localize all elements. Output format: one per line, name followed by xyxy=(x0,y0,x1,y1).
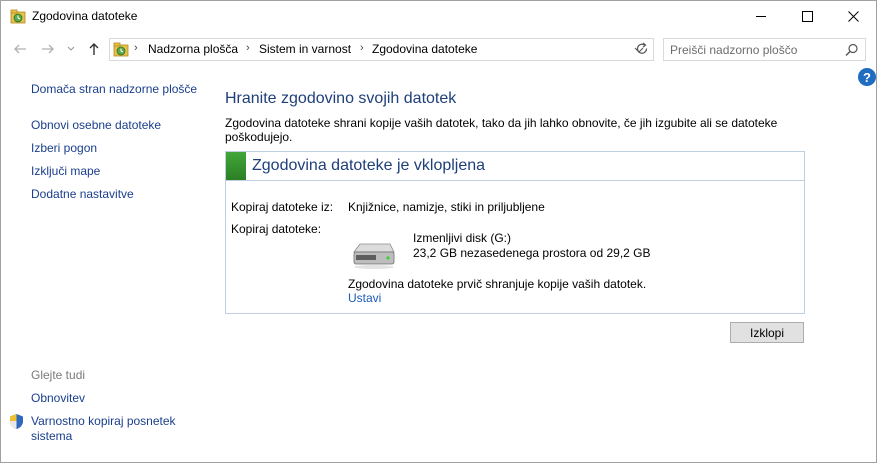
page-description: Zgodovina datoteke shrani kopije vaših d… xyxy=(225,116,778,144)
removable-drive-icon xyxy=(353,243,395,269)
up-arrow-icon[interactable] xyxy=(85,40,103,58)
file-history-app-icon xyxy=(10,9,26,24)
minimize-icon xyxy=(755,16,766,17)
title-bar: Zgodovina datoteke xyxy=(1,1,876,32)
see-also-system-image-backup[interactable]: Varnostno kopiraj posnetek sistema xyxy=(31,414,191,444)
breadcrumb-separator: › xyxy=(360,42,364,54)
drive-name: Izmenljivi disk (G:) xyxy=(413,231,512,245)
status-indicator xyxy=(226,152,246,180)
sidebar-item-exclude-folders[interactable]: Izključi mape xyxy=(31,164,100,178)
copy-from-label: Kopiraj datoteke iz: xyxy=(231,200,334,214)
sidebar-item-restore-files[interactable]: Obnovi osebne datoteke xyxy=(31,118,161,132)
turn-off-button[interactable]: Izklopi xyxy=(730,322,804,343)
breadcrumb-system-security[interactable]: Sistem in varnost xyxy=(259,42,351,56)
breadcrumb-separator: › xyxy=(246,42,250,54)
breadcrumb-file-history[interactable]: Zgodovina datoteke xyxy=(372,42,477,56)
recent-locations-chevron-icon[interactable] xyxy=(65,42,77,56)
address-bar[interactable]: › Nadzorna plošča › Sistem in varnost › … xyxy=(109,38,654,61)
file-history-window: Zgodovina datoteke › Nadzorna plošča › S… xyxy=(0,0,877,463)
page-title: Hranite zgodovino svojih datotek xyxy=(225,90,457,107)
breadcrumb-separator: › xyxy=(134,42,138,54)
minimize-button[interactable] xyxy=(738,1,784,32)
back-arrow-icon[interactable] xyxy=(11,40,29,58)
stop-link[interactable]: Ustavi xyxy=(348,291,381,305)
control-panel-icon xyxy=(113,42,129,57)
search-input[interactable]: Preišči nadzorno ploščo xyxy=(670,43,797,57)
drive-space: 23,2 GB nezasedenega prostora od 29,2 GB xyxy=(413,246,651,260)
copy-from-value: Knjižnice, namizje, stiki in priljubljen… xyxy=(348,200,545,214)
window-title: Zgodovina datoteke xyxy=(32,9,138,23)
forward-arrow-icon[interactable] xyxy=(39,40,57,58)
status-header: Zgodovina datoteke je vklopljena xyxy=(226,152,804,181)
search-icon[interactable] xyxy=(845,43,859,57)
sidebar-item-control-panel-home[interactable]: Domača stran nadzorne plošče xyxy=(31,82,197,96)
see-also-heading: Glejte tudi xyxy=(31,368,86,382)
maximize-button[interactable] xyxy=(784,1,830,32)
maximize-icon xyxy=(801,11,813,22)
breadcrumb-control-panel[interactable]: Nadzorna plošča xyxy=(148,42,238,56)
navigation-bar: › Nadzorna plošča › Sistem in varnost › … xyxy=(1,32,876,65)
uac-shield-icon xyxy=(10,414,23,429)
search-box[interactable]: Preišči nadzorno ploščo xyxy=(663,38,866,61)
close-icon xyxy=(847,11,859,22)
help-button[interactable]: ? xyxy=(858,68,876,86)
sidebar-item-select-drive[interactable]: Izberi pogon xyxy=(31,141,97,155)
refresh-icon[interactable] xyxy=(633,40,651,58)
copy-to-label: Kopiraj datoteke: xyxy=(231,222,322,236)
sidebar-item-advanced-settings[interactable]: Dodatne nastavitve xyxy=(31,187,134,201)
close-button[interactable] xyxy=(830,1,876,32)
see-also-recovery[interactable]: Obnovitev xyxy=(31,391,85,405)
file-history-status-panel: Zgodovina datoteke je vklopljena Kopiraj… xyxy=(225,151,805,314)
status-title: Zgodovina datoteke je vklopljena xyxy=(252,157,486,174)
first-copy-message: Zgodovina datoteke prvič shranjuje kopij… xyxy=(348,277,647,291)
